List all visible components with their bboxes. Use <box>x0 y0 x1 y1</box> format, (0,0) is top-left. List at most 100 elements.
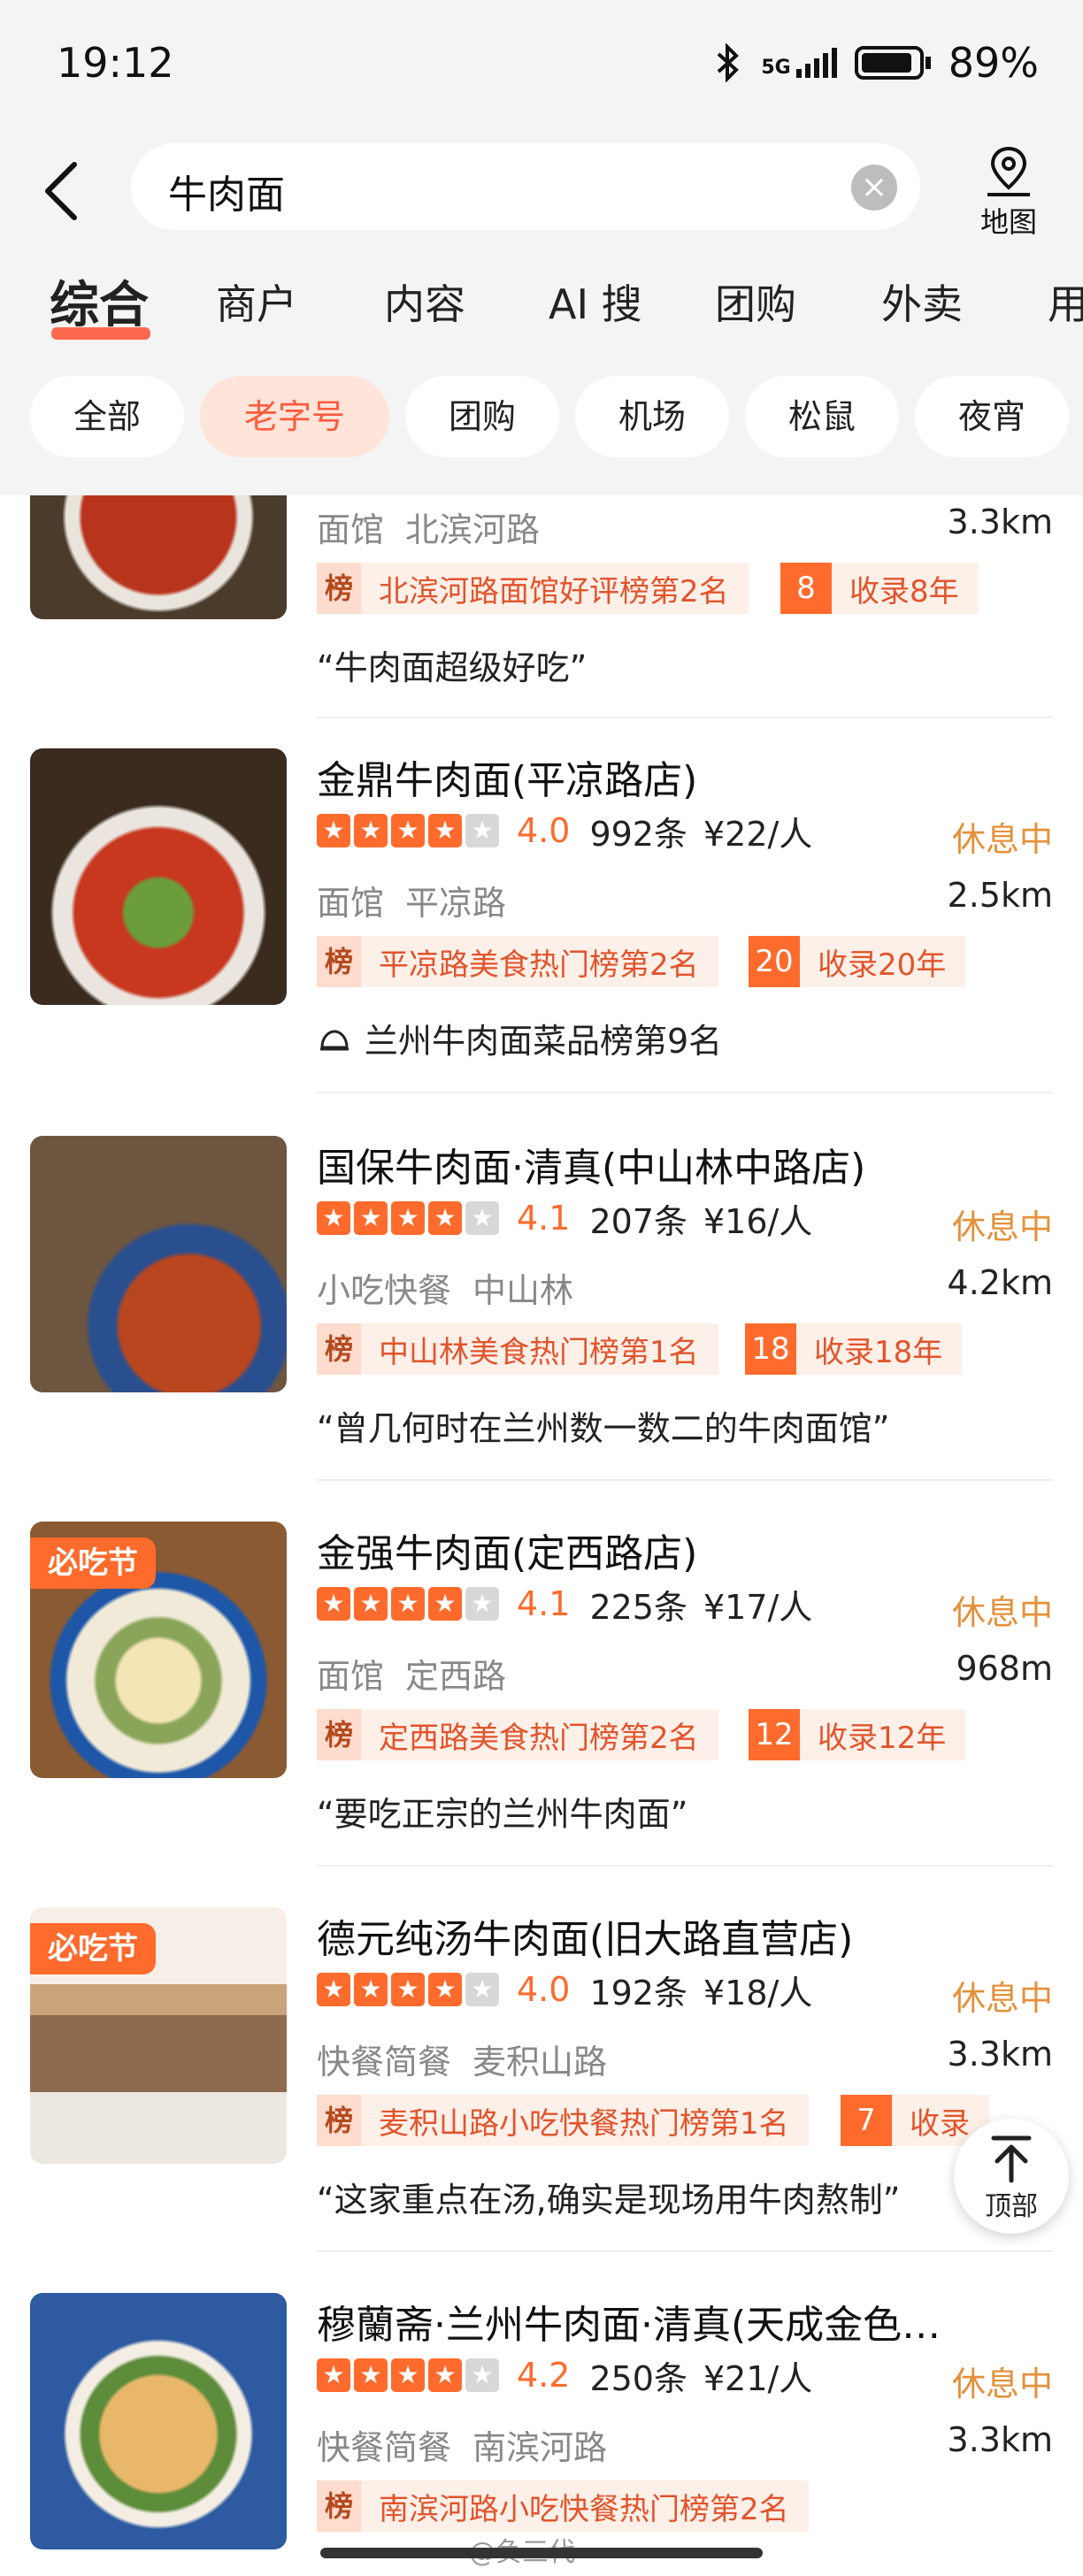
rank-icon: 榜 <box>317 2480 361 2532</box>
years-label: 收录18年 <box>814 1334 943 1370</box>
review-count: 192条 <box>589 1973 687 2012</box>
price: ¥22/人 <box>703 814 813 854</box>
rank-icon: 榜 <box>317 1323 361 1375</box>
tab-comprehensive[interactable]: 综合 <box>50 265 149 337</box>
rating-row: ★ ★ ★ ★ ★ 4.0 192条 ¥18/人 <box>317 1969 812 2012</box>
years-tag: 20 收录20年 <box>749 936 966 987</box>
star-icon: ★ <box>354 1201 388 1235</box>
star-empty-icon: ★ <box>465 1587 499 1621</box>
star-empty-icon: ★ <box>465 1201 499 1235</box>
tab-group-buy[interactable]: 团购 <box>715 272 796 331</box>
divider <box>317 1865 1053 1867</box>
rank-text: 定西路美食热门榜第2名 <box>379 1720 699 1756</box>
tab-content[interactable]: 内容 <box>384 272 465 331</box>
open-status: 休息中 <box>951 820 1053 859</box>
chip-squirrel[interactable]: 松鼠 <box>745 376 899 457</box>
clear-search-button[interactable]: × <box>851 165 897 211</box>
score: 4.2 <box>517 2356 571 2395</box>
star-icon: ★ <box>428 1973 462 2006</box>
star-icon: ★ <box>428 1201 462 1235</box>
years-tag: 8 收录8年 <box>780 563 979 614</box>
years-label: 收录8年 <box>849 573 959 610</box>
review-quote: “牛肉面超级好吃” <box>317 648 588 687</box>
category: 面馆 <box>317 510 385 549</box>
distance: 4.2km <box>947 1263 1053 1302</box>
rank-tag[interactable]: 榜定西路美食热门榜第2名 <box>317 1709 718 1760</box>
restaurant-name[interactable]: 金强牛肉面(定西路店) <box>317 1522 1042 1578</box>
tab-ai-search[interactable]: AI 搜 <box>549 272 642 331</box>
star-icon: ★ <box>428 1587 462 1621</box>
restaurant-name[interactable]: 穆蘭斋·兰州牛肉面·清真(天成金色… <box>317 2293 1042 2350</box>
back-button[interactable] <box>35 159 88 221</box>
review-quote: “这家重点在汤,确实是现场用牛肉熬制” <box>317 2181 901 2220</box>
map-pin-icon <box>987 146 1030 196</box>
must-eat-badge: 必吃节 <box>30 1923 156 1974</box>
tab-takeout[interactable]: 外卖 <box>881 272 963 331</box>
close-icon: × <box>860 169 888 205</box>
rank-icon: 榜 <box>317 2095 361 2146</box>
years-label: 收录20年 <box>818 947 947 983</box>
category: 面馆 <box>317 1657 385 1696</box>
rank-tag[interactable]: 榜麦积山路小吃快餐热门榜第1名 <box>317 2095 809 2146</box>
network-label: 5G <box>761 57 791 79</box>
area: 北滨河路 <box>405 510 541 549</box>
rating-row: ★ ★ ★ ★ ★ 4.2 250条 ¥21/人 <box>317 2355 812 2398</box>
chip-late-night[interactable]: 夜宵 <box>915 376 1069 457</box>
tab-merchants[interactable]: 商户 <box>216 272 297 331</box>
search-row: 牛肉面 × 地图 <box>0 133 1083 243</box>
years-tag: 12 收录12年 <box>749 1709 966 1760</box>
open-status: 休息中 <box>951 1208 1053 1246</box>
meta: 快餐简餐 麦积山路 <box>317 2035 628 2083</box>
years-number: 12 <box>749 1709 800 1760</box>
rating-row: ★ ★ ★ ★ ★ 4.0 992条 ¥22/人 <box>317 810 812 854</box>
chip-airport[interactable]: 机场 <box>575 376 729 457</box>
years-number: 8 <box>780 563 832 614</box>
tab-more[interactable]: 用 <box>1048 272 1083 331</box>
rank-tag[interactable]: 榜中山林美食热门榜第1名 <box>317 1323 718 1375</box>
rank-icon: 榜 <box>317 1709 361 1760</box>
restaurant-photo <box>30 1136 287 1392</box>
star-empty-icon: ★ <box>465 2358 499 2392</box>
rank-tag[interactable]: 榜南滨河路小吃快餐热门榜第2名 <box>317 2480 809 2532</box>
back-to-top-label: 顶部 <box>985 2191 1038 2222</box>
restaurant-name[interactable]: 德元纯汤牛肉面(旧大路直营店) <box>317 1907 1042 1964</box>
rank-tag[interactable]: 榜平凉路美食热门榜第2名 <box>317 936 718 987</box>
dish-rank: 兰州牛肉面菜品榜第9名 <box>317 1014 722 1062</box>
star-icon: ★ <box>354 1973 388 2006</box>
distance: 2.5km <box>947 876 1053 915</box>
divider <box>317 1479 1053 1481</box>
chip-group-buy[interactable]: 团购 <box>405 376 559 457</box>
years-number: 18 <box>745 1323 796 1375</box>
price: ¥16/人 <box>703 1201 813 1241</box>
must-eat-badge: 必吃节 <box>30 1537 156 1589</box>
rank-tag[interactable]: 榜北滨河路面馆好评榜第2名 <box>317 563 749 614</box>
signal-icon <box>795 48 837 78</box>
meta: 面馆 定西路 <box>317 1649 527 1698</box>
score: 4.1 <box>517 1199 571 1238</box>
restaurant-name[interactable]: 金鼎牛肉面(平凉路店) <box>317 748 1042 805</box>
search-query: 牛肉面 <box>168 172 285 218</box>
years-tag: 18 收录18年 <box>745 1323 963 1375</box>
distance: 968m <box>956 1649 1053 1688</box>
home-indicator[interactable] <box>320 2548 763 2558</box>
map-button[interactable]: 地图 <box>964 140 1053 239</box>
chip-time-honored[interactable]: 老字号 <box>200 376 389 457</box>
area: 南滨河路 <box>472 2428 608 2467</box>
restaurant-photo <box>30 495 287 619</box>
rank-text: 麦积山路小吃快餐热门榜第1名 <box>379 2105 789 2142</box>
status-bar: 19:12 5G 89% <box>0 0 1083 133</box>
tab-bar: 综合 商户 内容 AI 搜 团购 外卖 用 <box>0 265 1083 354</box>
years-label: 收录 <box>910 2105 970 2142</box>
search-input[interactable]: 牛肉面 × <box>131 143 920 230</box>
star-icon: ★ <box>391 1587 425 1621</box>
restaurant-name[interactable]: 国保牛肉面·清真(中山林中路店) <box>317 1136 1042 1192</box>
results-list[interactable]: 面馆 北滨河路 3.3km 榜北滨河路面馆好评榜第2名 8 收录8年 “牛肉面超级好… <box>0 495 1083 2576</box>
category: 快餐简餐 <box>317 2428 452 2467</box>
map-label: 地图 <box>979 205 1037 239</box>
score: 4.1 <box>517 1584 571 1623</box>
divider <box>317 717 1053 718</box>
score: 4.0 <box>517 811 571 850</box>
chip-all[interactable]: 全部 <box>30 376 184 457</box>
back-to-top-button[interactable]: 顶部 <box>954 2119 1069 2234</box>
meta: 快餐简餐 南滨河路 <box>317 2420 628 2469</box>
